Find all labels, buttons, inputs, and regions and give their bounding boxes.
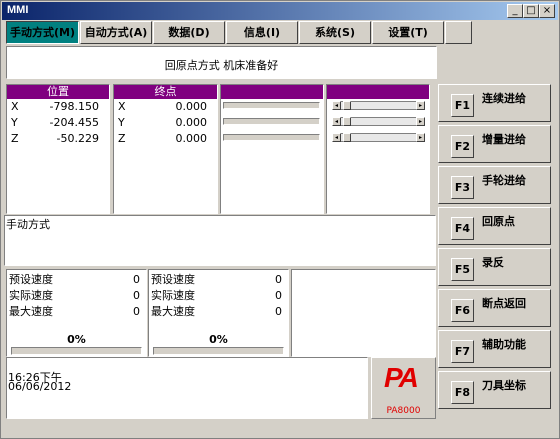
preset-speed-row: 预设速度 0 bbox=[9, 273, 140, 286]
blank-panel bbox=[291, 269, 436, 357]
preset-speed-row: 预设速度 0 bbox=[151, 273, 282, 286]
f5-button[interactable]: F5 录反 bbox=[438, 248, 551, 286]
pa-logo: PA PA8000 bbox=[371, 357, 436, 419]
mode-text: 手动方式 bbox=[6, 218, 50, 231]
position-row-y: Y -204.455 bbox=[11, 116, 99, 129]
slider-thumb[interactable] bbox=[343, 117, 351, 126]
status-text: 回原点方式 机床准备好 bbox=[164, 59, 279, 72]
tab-auto[interactable]: 自动方式(A) bbox=[80, 21, 152, 44]
endpoint-row-z: Z 0.000 bbox=[118, 132, 207, 145]
endpoint-row-y: Y 0.000 bbox=[118, 116, 207, 129]
position-panel: 位置 X -798.150 Y -204.455 Z -50.229 bbox=[6, 84, 110, 214]
arrow-right-icon[interactable]: ▸ bbox=[416, 101, 425, 110]
endpoint-row-x: X 0.000 bbox=[118, 100, 207, 113]
actual-speed-row: 实际速度 0 bbox=[9, 289, 140, 302]
close-button[interactable]: × bbox=[539, 4, 555, 18]
mode-panel: 手动方式 bbox=[4, 215, 436, 266]
title-bar[interactable]: MMI _ □ × bbox=[2, 2, 558, 20]
actual-speed-row: 实际速度 0 bbox=[151, 289, 282, 302]
arrow-left-icon[interactable]: ◂ bbox=[332, 133, 341, 142]
bars-panel bbox=[220, 84, 324, 214]
bars-header bbox=[221, 85, 323, 99]
axis-bar-z bbox=[223, 134, 320, 141]
logo-model: PA8000 bbox=[386, 406, 421, 416]
clock-panel: 16:26下午 06/06/2012 bbox=[6, 357, 368, 419]
f8-button[interactable]: F8 刀具坐标 bbox=[438, 371, 551, 409]
max-speed-row: 最大速度 0 bbox=[9, 305, 140, 318]
slider-thumb[interactable] bbox=[343, 133, 351, 142]
arrow-left-icon[interactable]: ◂ bbox=[332, 101, 341, 110]
max-speed-row: 最大速度 0 bbox=[151, 305, 282, 318]
minimize-button[interactable]: _ bbox=[507, 4, 523, 18]
f1-button[interactable]: F1 连续进给 bbox=[438, 84, 551, 122]
arrow-right-icon[interactable]: ▸ bbox=[416, 133, 425, 142]
tab-settings[interactable]: 设置(T) bbox=[372, 21, 444, 44]
speed-progress-bar bbox=[11, 347, 142, 355]
f6-button[interactable]: F6 断点返回 bbox=[438, 289, 551, 327]
window-title: MMI bbox=[7, 4, 29, 16]
f2-button[interactable]: F2 增量进给 bbox=[438, 125, 551, 163]
tab-info[interactable]: 信息(I) bbox=[226, 21, 298, 44]
axis-bar-x bbox=[223, 102, 320, 109]
sliders-header bbox=[327, 85, 429, 99]
arrow-left-icon[interactable]: ◂ bbox=[332, 117, 341, 126]
clock-date: 06/06/2012 bbox=[8, 380, 72, 393]
endpoint-title: 终点 bbox=[114, 85, 217, 99]
position-row-z: Z -50.229 bbox=[11, 132, 99, 145]
tab-manual[interactable]: 手动方式(M) bbox=[6, 21, 79, 44]
speed-percent: 0% bbox=[209, 333, 228, 346]
slider-z[interactable]: ◂ ▸ bbox=[332, 133, 425, 142]
slider-x[interactable]: ◂ ▸ bbox=[332, 101, 425, 110]
logo-mark: PA bbox=[384, 362, 419, 393]
slider-y[interactable]: ◂ ▸ bbox=[332, 117, 425, 126]
sliders-panel: ◂ ▸ ◂ ▸ ◂ ▸ bbox=[326, 84, 430, 214]
slider-thumb[interactable] bbox=[343, 101, 351, 110]
tab-system[interactable]: 系统(S) bbox=[299, 21, 371, 44]
speed-percent: 0% bbox=[67, 333, 86, 346]
tab-blank[interactable] bbox=[445, 21, 472, 44]
f4-button[interactable]: F4 回原点 bbox=[438, 207, 551, 245]
f7-button[interactable]: F7 辅助功能 bbox=[438, 330, 551, 368]
f3-button[interactable]: F3 手轮进给 bbox=[438, 166, 551, 204]
speed-panel-2: 预设速度 0 实际速度 0 最大速度 0 0% bbox=[148, 269, 289, 357]
position-title: 位置 bbox=[7, 85, 109, 99]
app-window: MMI _ □ × 手动方式(M) 自动方式(A) 数据(D) 信息(I) 系统… bbox=[0, 0, 560, 439]
position-row-x: X -798.150 bbox=[11, 100, 99, 113]
status-panel: 回原点方式 机床准备好 bbox=[6, 46, 437, 79]
speed-panel-1: 预设速度 0 实际速度 0 最大速度 0 0% bbox=[6, 269, 147, 357]
axis-bar-y bbox=[223, 118, 320, 125]
tab-data[interactable]: 数据(D) bbox=[153, 21, 225, 44]
endpoint-panel: 终点 X 0.000 Y 0.000 Z 0.000 bbox=[113, 84, 218, 214]
arrow-right-icon[interactable]: ▸ bbox=[416, 117, 425, 126]
maximize-button[interactable]: □ bbox=[523, 4, 539, 18]
speed-progress-bar bbox=[153, 347, 284, 355]
